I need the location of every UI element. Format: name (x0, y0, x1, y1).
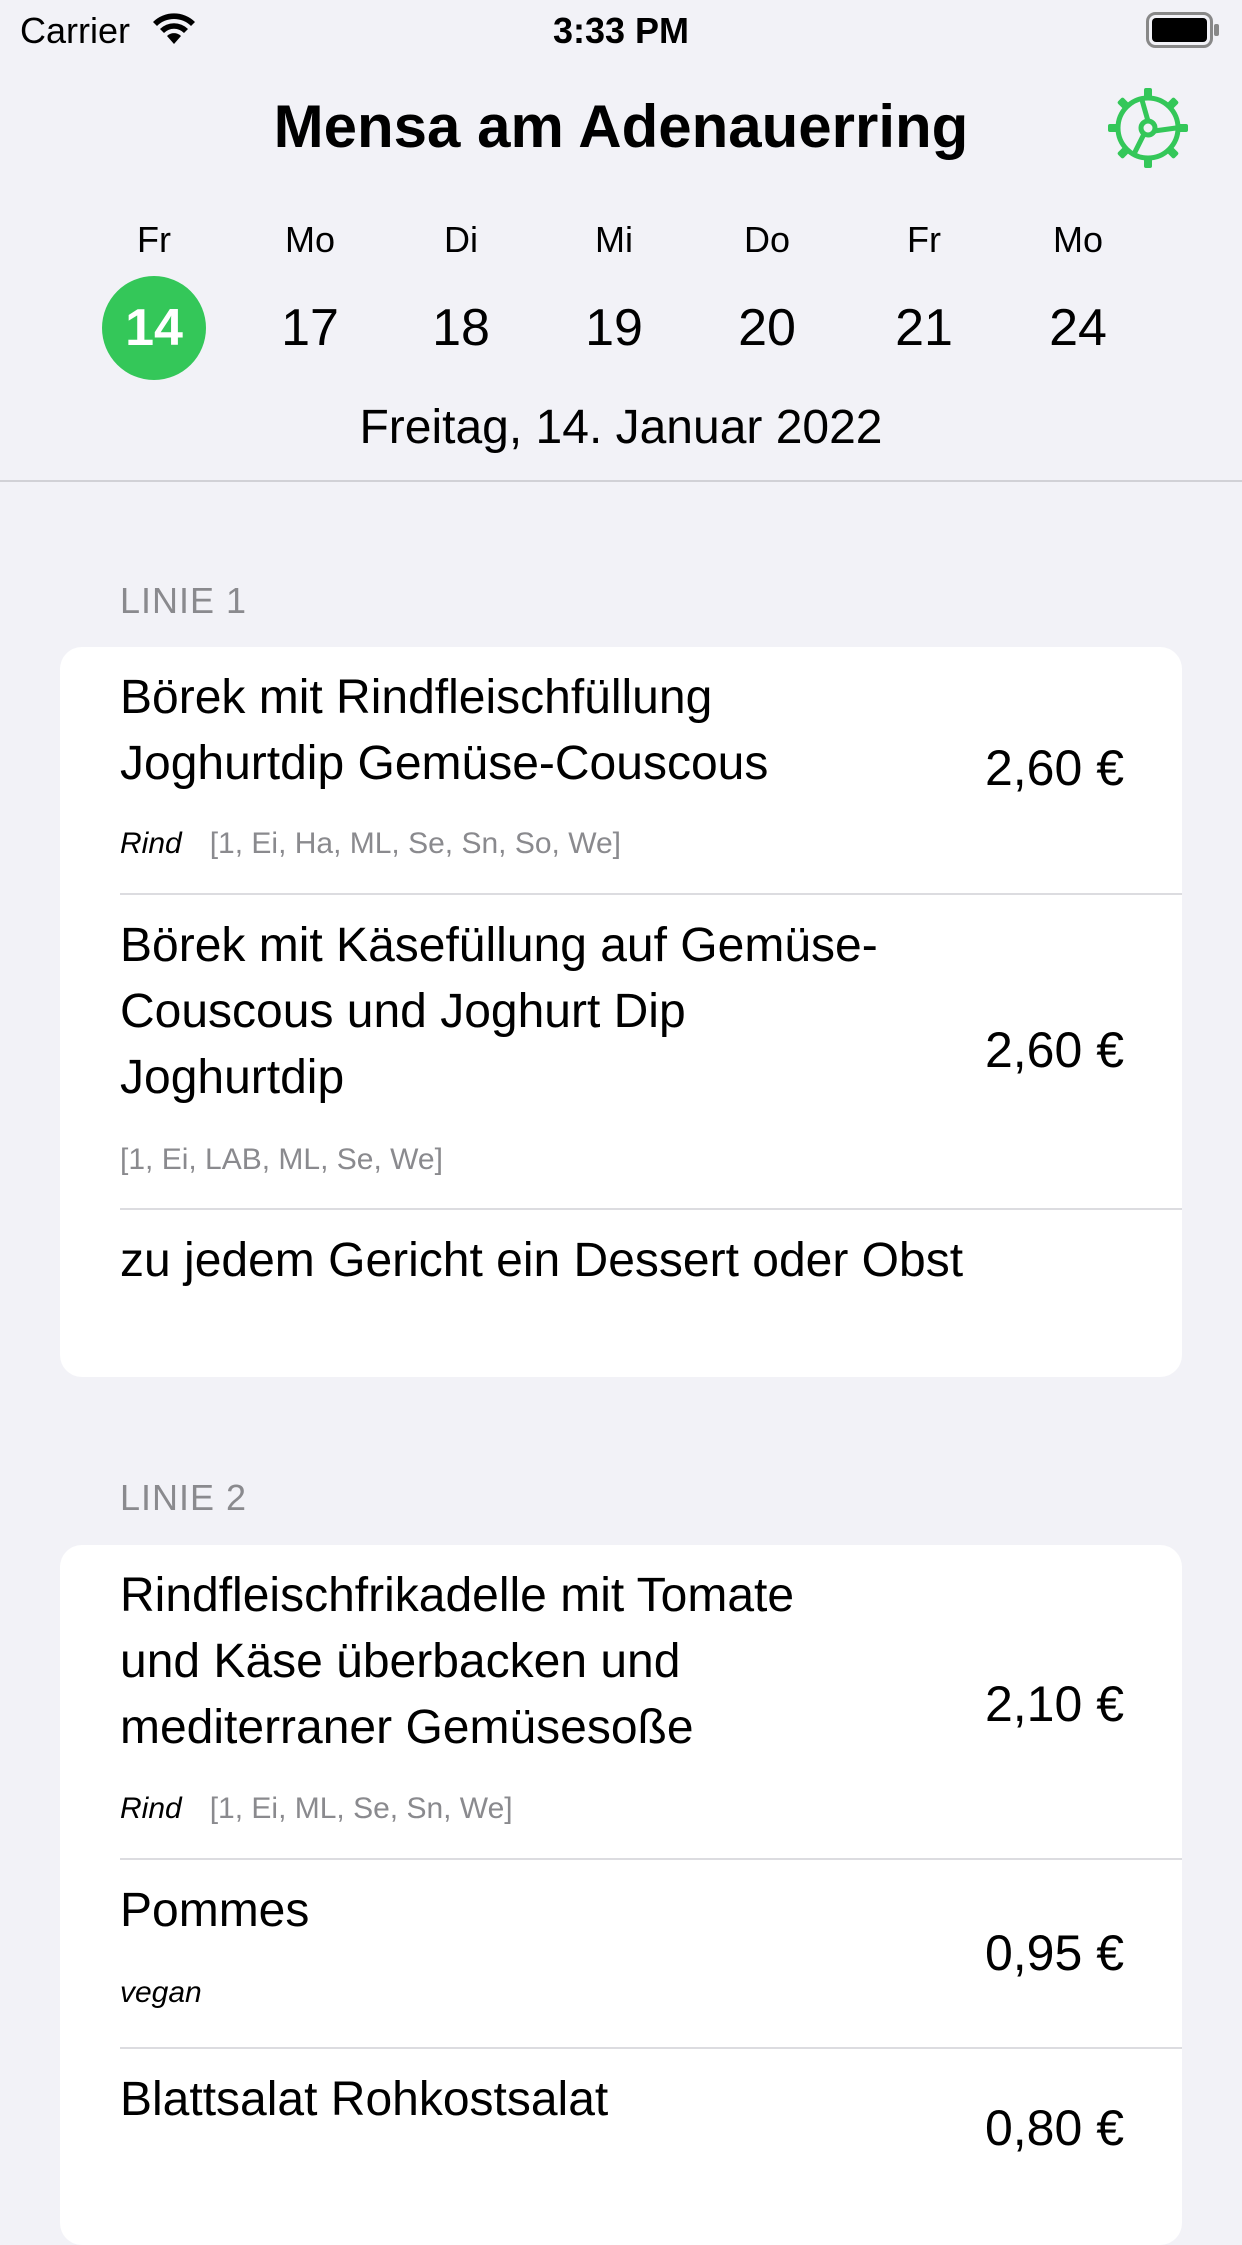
meal-row[interactable]: Blattsalat Rohkostsalat 0,80 € (120, 2049, 1182, 2229)
meal-price: 0,95 € (984, 1925, 1124, 1981)
meal-card-linie-1: Börek mit Rindfleischfüllung Joghurtdip … (60, 647, 1182, 1377)
meal-card-linie-2: Rindfleischfrikadelle mit Tomate und Käs… (60, 1545, 1182, 2245)
day-number: 21 (895, 299, 953, 357)
day-picker: Fr 14 Mo 17 Di 18 Mi 19 Do 20 Fr 21 Mo 2… (80, 214, 1160, 380)
meal-tag: Rind (120, 1792, 182, 1825)
day-number: 18 (432, 299, 490, 357)
day-weekday: Mo (284, 219, 335, 260)
day-item[interactable]: Di 18 (391, 214, 531, 364)
meal-tag: vegan (120, 1976, 202, 2009)
gear-icon (1108, 88, 1188, 168)
meal-price: 2,60 € (984, 1022, 1124, 1078)
day-number: 20 (738, 299, 796, 357)
day-weekday: Mo (1052, 219, 1103, 260)
header: Mensa am Adenauerring Fr 14 Mo 17 Di 18 … (0, 64, 1242, 482)
day-weekday: Fr (137, 219, 171, 260)
meal-name: Blattsalat Rohkostsalat (120, 2073, 609, 2126)
selected-date: Freitag, 14. Januar 2022 (359, 401, 883, 454)
meal-name: Rindfleischfrikadelle mit Tomate und Käs… (120, 1569, 795, 1754)
day-item[interactable]: Fr 14 (84, 214, 224, 380)
page-title: Mensa am Adenauerring (273, 93, 969, 160)
status-time: 3:33 PM (552, 10, 690, 51)
day-number: 19 (585, 299, 643, 357)
meal-price: 2,60 € (984, 740, 1124, 796)
meal-additives: [1, Ei, LAB, ML, Se, We] (120, 1143, 443, 1176)
meal-meta: Rind [1, Ei, Ha, ML, Se, Sn, So, We] (120, 827, 621, 861)
day-number: 24 (1049, 299, 1107, 357)
meal-name: Börek mit Rindfleischfüllung Joghurtdip … (120, 671, 769, 790)
section-header-linie-2: LINIE 2 (120, 1477, 248, 1518)
meal-row[interactable]: zu jedem Gericht ein Dessert oder Obst (120, 1210, 1182, 1377)
day-number: 14 (102, 276, 206, 380)
meal-additives: [1, Ei, ML, Se, Sn, We] (209, 1792, 513, 1825)
meal-row[interactable]: Rindfleischfrikadelle mit Tomate und Käs… (120, 1545, 1182, 1860)
day-number: 17 (281, 299, 339, 357)
meal-name: Pommes (120, 1884, 310, 1937)
status-bar: Carrier 3:33 PM (0, 0, 1242, 64)
meal-row[interactable]: Börek mit Rindfleischfüllung Joghurtdip … (120, 647, 1182, 895)
day-weekday: Do (743, 219, 791, 260)
day-item[interactable]: Mo 17 (240, 214, 380, 364)
day-item[interactable]: Fr 21 (854, 214, 994, 364)
section-header-linie-1: LINIE 1 (120, 580, 248, 621)
meal-row[interactable]: Börek mit Käsefüllung auf Gemüse- Cousco… (120, 895, 1182, 1210)
day-item[interactable]: Mi 19 (544, 214, 684, 364)
meal-tag: Rind (120, 827, 182, 860)
meal-meta: [1, Ei, LAB, ML, Se, We] (120, 1143, 443, 1177)
day-item[interactable]: Do 20 (697, 214, 837, 364)
meal-price: 2,10 € (984, 1676, 1124, 1732)
meal-meta: vegan (120, 1976, 230, 2010)
settings-button[interactable] (1104, 84, 1192, 172)
meal-additives: [1, Ei, Ha, ML, Se, Sn, So, We] (209, 827, 621, 860)
meal-price: 0,80 € (984, 2100, 1124, 2156)
meal-row[interactable]: Pommes vegan 0,95 € (120, 1860, 1182, 2049)
day-weekday: Di (444, 219, 478, 260)
day-item[interactable]: Mo 24 (1008, 214, 1148, 364)
meal-meta: Rind [1, Ei, ML, Se, Sn, We] (120, 1792, 513, 1826)
meal-name: zu jedem Gericht ein Dessert oder Obst (120, 1234, 964, 1287)
meal-name: Börek mit Käsefüllung auf Gemüse- Cousco… (120, 919, 878, 1104)
day-weekday: Mi (595, 219, 633, 260)
day-weekday: Fr (907, 219, 941, 260)
battery-icon (1146, 12, 1220, 53)
